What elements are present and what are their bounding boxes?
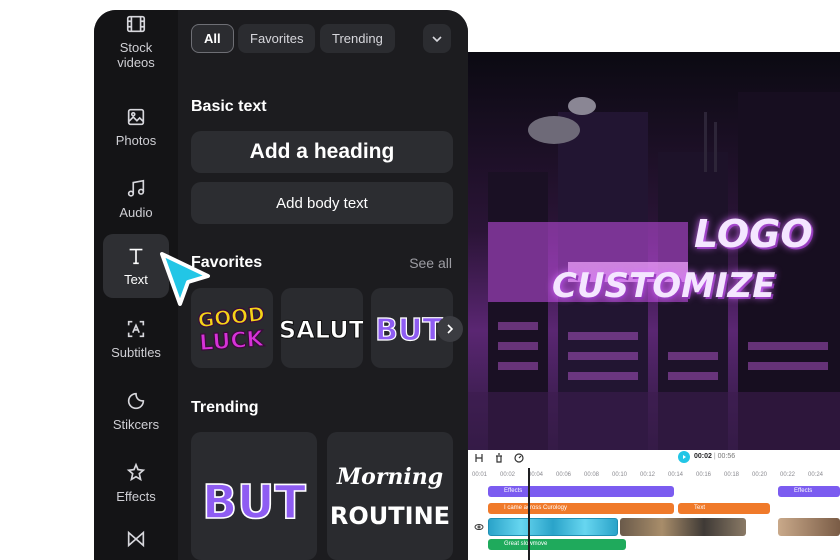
preview-customize-text[interactable]: CUSTOMIZE: [552, 266, 776, 306]
total-time: 00:56: [717, 453, 736, 460]
but-text: BUT: [375, 313, 443, 348]
filter-all[interactable]: All: [191, 24, 234, 53]
video-track-clip-2[interactable]: [620, 518, 746, 536]
add-body-text-button[interactable]: Add body text: [191, 182, 453, 224]
timeline-ruler: 00:01 00:02 00:04 00:06 00:08 00:10 00:1…: [468, 472, 840, 482]
morning-routine-sticker: Morning ROUTINE: [330, 464, 450, 530]
rail-item-effects[interactable]: Effects: [103, 452, 169, 514]
video-track-clip-3[interactable]: [778, 518, 840, 536]
salut-text: SALUT: [281, 316, 363, 344]
editor-panel: Stock videos Photos Audio Text Subtitles…: [94, 10, 468, 560]
sparkle-icon: [126, 462, 146, 482]
basic-text-title: Basic text: [191, 98, 267, 115]
subtitles-icon: [127, 320, 145, 338]
rail-label: Audio: [119, 205, 153, 220]
rail-label: Stock videos: [117, 39, 155, 70]
add-heading-label: Add a heading: [249, 140, 395, 163]
text-panel: All Favorites Trending Basic text Add a …: [178, 10, 468, 560]
but-trending-text: BUT: [202, 475, 306, 529]
ruler-tick: 00:12: [640, 472, 656, 478]
ruler-tick: 00:08: [584, 472, 600, 478]
trending-title: Trending: [191, 399, 259, 416]
ruler-tick: 00:04: [528, 472, 544, 478]
ruler-tick: 00:10: [612, 472, 628, 478]
chevron-down-icon: [432, 35, 442, 42]
routine-text: ROUTINE: [330, 502, 450, 530]
playhead[interactable]: [528, 468, 530, 560]
add-body-text-label: Add body text: [276, 194, 368, 212]
trending-tile-morning-routine[interactable]: Morning ROUTINE: [327, 432, 453, 560]
ruler-tick: 00:18: [724, 472, 740, 478]
rail-label: Effects: [116, 489, 156, 504]
rail-item-photos[interactable]: Photos: [103, 96, 169, 158]
see-all-link[interactable]: See all: [409, 255, 452, 271]
trending-tile-but[interactable]: BUT: [191, 432, 317, 560]
timeline-time: 00:02 | 00:56: [694, 453, 735, 460]
ruler-tick: 00:16: [696, 472, 712, 478]
video-track-clip[interactable]: [488, 518, 618, 536]
visibility-icon[interactable]: [474, 522, 484, 532]
ruler-tick: 00:06: [556, 472, 572, 478]
delete-icon[interactable]: [494, 453, 504, 463]
rail-item-stickers[interactable]: Stikcers: [103, 380, 169, 442]
salut-sticker: SALUT: [281, 316, 363, 345]
rail-item-subtitles[interactable]: Subtitles: [103, 308, 169, 370]
rail-label: Text: [124, 272, 148, 287]
timeline: 00:02 | 00:56 00:01 00:02 00:04 00:06 00…: [468, 450, 840, 560]
timeline-toolbar: 00:02 | 00:56: [468, 450, 840, 470]
rail-label: Photos: [115, 133, 157, 148]
music-note-icon: [127, 179, 145, 197]
transition-icon: [127, 530, 145, 547]
split-icon[interactable]: [474, 453, 484, 463]
favorites-next-button[interactable]: [437, 316, 463, 342]
morning-text: Morning: [336, 464, 443, 490]
ruler-tick: 00:20: [752, 472, 768, 478]
video-preview: LOGO CUSTOMIZE: [468, 52, 840, 450]
filter-trending[interactable]: Trending: [320, 24, 395, 53]
play-button-icon[interactable]: [678, 451, 690, 463]
preview-logo-text[interactable]: LOGO: [694, 212, 813, 256]
film-icon: [126, 15, 146, 32]
filter-favorites[interactable]: Favorites: [238, 24, 316, 53]
chevron-right-icon: [447, 324, 454, 334]
ruler-tick: 00:14: [668, 472, 684, 478]
current-time: 00:02: [694, 453, 712, 460]
rail-item-audio[interactable]: Audio: [103, 168, 169, 230]
effects-track-clip-2[interactable]: Effects: [778, 486, 840, 497]
rail-item-transitions[interactable]: [103, 510, 169, 560]
ruler-tick: 00:24: [808, 472, 824, 478]
audio-track-clip[interactable]: Great slowmove: [488, 539, 626, 550]
filter-dropdown[interactable]: [423, 24, 451, 53]
rail-item-stock-videos[interactable]: Stock videos: [103, 10, 169, 72]
cursor-pointer-icon: [160, 252, 210, 306]
ruler-tick: 00:02: [500, 472, 516, 478]
ruler-tick: 00:01: [472, 472, 488, 478]
rail-label: Stikcers: [112, 417, 160, 432]
rail-label: Subtitles: [111, 345, 161, 360]
text-icon: [129, 248, 143, 265]
sticker-icon: [127, 392, 145, 410]
text-track-clip[interactable]: I came across Curology: [488, 503, 674, 514]
add-heading-button[interactable]: Add a heading: [191, 131, 453, 173]
text-track-clip-2[interactable]: Text: [678, 503, 770, 514]
favorite-tile-salut[interactable]: SALUT: [281, 288, 363, 368]
speed-icon[interactable]: [514, 453, 524, 463]
ruler-tick: 00:22: [780, 472, 796, 478]
effects-track-clip[interactable]: Effects: [488, 486, 674, 497]
image-icon: [127, 108, 145, 126]
good-luck-line2: LUCK: [199, 327, 266, 356]
but-trending-sticker: BUT: [201, 474, 307, 530]
